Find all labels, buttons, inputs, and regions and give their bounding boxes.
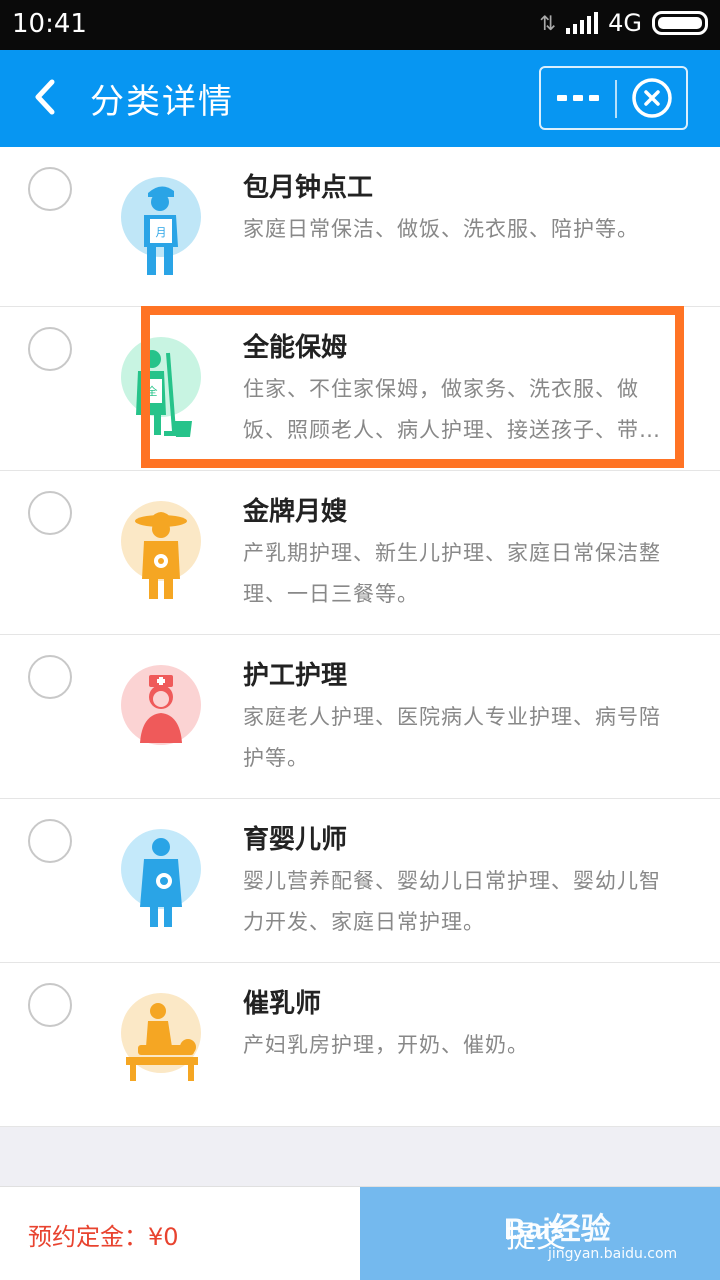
watermark-url: jingyan.baidu.com bbox=[548, 1246, 678, 1262]
list-item[interactable]: 护工护理 家庭老人护理、医院病人专业护理、病号陪护等。 bbox=[0, 635, 720, 799]
svg-text:全: 全 bbox=[147, 384, 158, 398]
infant-caregiver-icon bbox=[121, 829, 201, 927]
close-button[interactable] bbox=[617, 68, 686, 128]
list-item[interactable]: 金牌月嫂 产乳期护理、新生儿护理、家庭日常保洁整理、一日三餐等。 bbox=[0, 471, 720, 635]
more-button[interactable] bbox=[541, 68, 615, 128]
select-radio[interactable] bbox=[28, 983, 72, 1027]
select-radio[interactable] bbox=[28, 327, 72, 371]
service-list: 月 包月钟点工 家庭日常保洁、做饭、洗衣服、陪护等。 全 全能保姆 住家、不住家… bbox=[0, 147, 720, 1127]
nav-bar: 分类详情 bbox=[0, 50, 720, 147]
service-name: 育婴儿师 bbox=[243, 825, 348, 855]
lactation-massage-icon bbox=[121, 993, 201, 1081]
list-item[interactable]: 催乳师 产妇乳房护理，开奶、催奶。 bbox=[0, 963, 720, 1127]
service-desc: 住家、不住家保姆，做家务、洗衣服、做饭、照顾老人、病人护理、接送孩子、带… bbox=[243, 377, 661, 442]
data-transfer-icon: ⇅ bbox=[539, 11, 557, 35]
select-radio[interactable] bbox=[28, 491, 72, 535]
service-name: 催乳师 bbox=[243, 989, 322, 1019]
select-radio[interactable] bbox=[28, 819, 72, 863]
service-desc: 产乳期护理、新生儿护理、家庭日常保洁整理、一日三餐等。 bbox=[243, 541, 661, 606]
close-circle-icon bbox=[631, 78, 672, 118]
service-desc: 产妇乳房护理，开奶、催奶。 bbox=[243, 1033, 529, 1057]
service-desc: 婴儿营养配餐、婴幼儿日常护理、婴幼儿智力开发、家庭日常护理。 bbox=[243, 869, 661, 934]
mini-program-capsule bbox=[539, 66, 688, 130]
monthly-cleaner-icon: 月 bbox=[121, 177, 201, 275]
list-item[interactable]: 育婴儿师 婴儿营养配餐、婴幼儿日常护理、婴幼儿智力开发、家庭日常护理。 bbox=[0, 799, 720, 963]
service-name: 金牌月嫂 bbox=[243, 497, 348, 527]
select-radio[interactable] bbox=[28, 167, 72, 211]
svg-text:月: 月 bbox=[156, 226, 167, 239]
signal-icon bbox=[566, 12, 599, 34]
baidu-watermark: Bai经验 jingyan.baidu.com bbox=[504, 1204, 677, 1262]
service-desc: 家庭老人护理、医院病人专业护理、病号陪护等。 bbox=[243, 705, 661, 770]
back-arrow-icon bbox=[35, 79, 55, 115]
status-time: 10:41 bbox=[12, 9, 87, 39]
page-title: 分类详情 bbox=[90, 82, 234, 122]
more-icon bbox=[557, 95, 567, 101]
watermark-main: Bai经验 bbox=[504, 1213, 611, 1246]
service-name: 护工护理 bbox=[243, 661, 348, 691]
back-button[interactable] bbox=[26, 72, 66, 122]
list-item[interactable]: 月 包月钟点工 家庭日常保洁、做饭、洗衣服、陪护等。 bbox=[0, 147, 720, 307]
network-type: 4G bbox=[608, 9, 642, 37]
all-round-nanny-icon: 全 bbox=[121, 337, 201, 437]
maternity-nurse-icon bbox=[121, 501, 201, 599]
select-radio[interactable] bbox=[28, 655, 72, 699]
status-bar: 10:41 ⇅ 4G bbox=[0, 0, 720, 50]
service-name: 包月钟点工 bbox=[243, 173, 374, 203]
battery-icon bbox=[652, 11, 708, 35]
nurse-icon bbox=[121, 665, 201, 745]
service-name: 全能保姆 bbox=[243, 333, 348, 363]
list-item[interactable]: 全 全能保姆 住家、不住家保姆，做家务、洗衣服、做饭、照顾老人、病人护理、接送孩… bbox=[0, 307, 720, 471]
deposit-label: 预约定金：¥0 bbox=[28, 1223, 179, 1251]
service-desc: 家庭日常保洁、做饭、洗衣服、陪护等。 bbox=[243, 217, 639, 241]
